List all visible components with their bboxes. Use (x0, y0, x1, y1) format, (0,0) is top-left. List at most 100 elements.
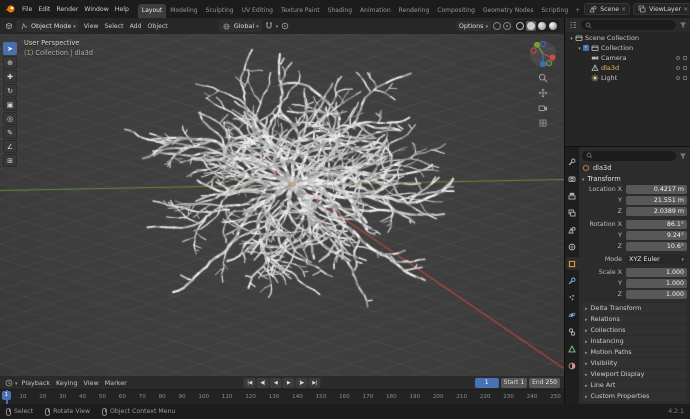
transform-panel-header[interactable]: Transform (582, 173, 687, 184)
menu-file[interactable]: File (19, 5, 35, 14)
collection-checkbox[interactable]: ✓ (583, 45, 589, 51)
playhead-frame-badge[interactable]: 1 (2, 391, 11, 400)
jump-end-button[interactable]: ▶| (308, 377, 321, 388)
panel-instancing[interactable]: Instancing (582, 336, 687, 346)
transform-orientation-dropdown[interactable]: Global (218, 20, 262, 32)
play-reverse-button[interactable]: ◀ (269, 377, 282, 388)
visibility-toggles[interactable] (676, 76, 687, 80)
workspace-tab-compositing[interactable]: Compositing (433, 4, 479, 18)
blender-logo-icon[interactable] (4, 2, 16, 16)
value-field-y[interactable]: 1.000 (626, 278, 687, 288)
disable-render-toggle[interactable] (683, 76, 687, 80)
value-field-y[interactable]: 21.551 m (626, 195, 687, 205)
outliner-row-dla3d[interactable]: dla3d (565, 63, 690, 73)
transform-tool[interactable]: ◎ (3, 112, 17, 125)
disclosure-triangle[interactable] (568, 34, 575, 42)
current-frame-field[interactable]: 1 (474, 377, 499, 388)
camera-view-icon[interactable] (537, 102, 549, 114)
jump-start-button[interactable]: |◀ (243, 377, 256, 388)
outliner-row-collection[interactable]: ✓ Collection (565, 43, 690, 53)
properties-search-input[interactable] (582, 150, 676, 161)
editor-chevron[interactable] (15, 379, 18, 387)
material-properties-tab[interactable] (566, 359, 579, 372)
outliner-row-camera[interactable]: Camera (565, 53, 690, 63)
output-properties-tab[interactable] (566, 189, 579, 202)
rendered-shading-button[interactable] (548, 21, 558, 31)
outliner-editor-icon[interactable] (568, 20, 578, 30)
panel-delta-transform[interactable]: Delta Transform (582, 303, 687, 313)
add-workspace-button[interactable]: + (572, 4, 583, 18)
modifiers-properties-tab[interactable] (566, 274, 579, 287)
workspace-tab-scripting[interactable]: Scripting (538, 4, 573, 18)
timeline-ruler[interactable]: 0102030405060708090100110120130140150160… (0, 389, 564, 404)
snap-magnet-icon[interactable] (264, 21, 274, 31)
cursor-tool[interactable]: ⊕ (3, 56, 17, 69)
panel-line-art[interactable]: Line Art (582, 380, 687, 390)
next-keyframe-button[interactable]: |▶ (295, 377, 308, 388)
show-overlays-toggle[interactable] (503, 22, 511, 30)
outliner-row-light[interactable]: Light (565, 73, 690, 83)
disclosure-triangle[interactable] (576, 44, 583, 52)
show-gizmo-toggle[interactable] (493, 22, 501, 30)
workspace-tab-geometry-nodes[interactable]: Geometry Nodes (479, 4, 538, 18)
mode-dropdown[interactable]: Object Mode (16, 20, 79, 32)
wireframe-shading-button[interactable] (515, 21, 525, 31)
timeline-menu-keying[interactable]: Keying (53, 379, 80, 387)
panel-custom-properties[interactable]: Custom Properties (582, 391, 687, 401)
timeline-menu-marker[interactable]: Marker (102, 379, 130, 387)
value-field-y[interactable]: 9.24° (626, 230, 687, 240)
options-dropdown[interactable]: Options (455, 21, 491, 31)
3d-viewport[interactable]: User Perspective (1) Collection | dla3d … (0, 34, 564, 376)
breadcrumb-object-name[interactable]: dla3d (593, 164, 611, 172)
visibility-toggles[interactable] (676, 56, 687, 60)
start-frame-field[interactable]: Start 1 (500, 377, 528, 388)
workspace-tab-rendering[interactable]: Rendering (395, 4, 434, 18)
workspace-tab-animation[interactable]: Animation (356, 4, 395, 18)
visibility-toggles[interactable] (676, 66, 687, 70)
workspace-tab-texture-paint[interactable]: Texture Paint (277, 4, 324, 18)
viewport-menu-object[interactable]: Object (145, 22, 171, 31)
value-field-z[interactable]: 10.6° (626, 241, 687, 251)
pan-icon[interactable] (537, 87, 549, 99)
scene-clear-button[interactable]: × (621, 6, 626, 13)
workspace-tab-layout[interactable]: Layout (137, 4, 167, 18)
workspace-tab-sculpting[interactable]: Sculpting (202, 4, 238, 18)
toggle-perspective-icon[interactable] (537, 117, 549, 129)
workspace-tab-uv-editing[interactable]: UV Editing (238, 4, 277, 18)
viewport-canvas[interactable] (0, 34, 564, 376)
editor-type-icon[interactable] (4, 21, 14, 31)
value-field-location-x[interactable]: 0.4217 m (626, 184, 687, 194)
render-properties-tab[interactable] (566, 172, 579, 185)
navigation-gizmo[interactable] (529, 40, 557, 68)
constraints-properties-tab[interactable] (566, 325, 579, 338)
panel-viewport-display[interactable]: Viewport Display (582, 369, 687, 379)
outliner-row-scene-collection[interactable]: Scene Collection (565, 33, 690, 43)
menu-render[interactable]: Render (53, 5, 81, 14)
filter-icon[interactable] (679, 152, 687, 160)
workspace-tab-shading[interactable]: Shading (324, 4, 356, 18)
viewlayer-selector[interactable]: ViewLayer × (633, 3, 690, 15)
panel-visibility[interactable]: Visibility (582, 358, 687, 368)
prev-keyframe-button[interactable]: ◀| (256, 377, 269, 388)
disable-render-toggle[interactable] (683, 66, 687, 70)
solid-shading-button[interactable] (526, 21, 536, 31)
mode-dropdown[interactable]: XYZ Euler (626, 254, 687, 264)
world-properties-tab[interactable] (566, 240, 579, 253)
value-field-z[interactable]: 1.000 (626, 289, 687, 299)
viewport-menu-add[interactable]: Add (127, 22, 145, 31)
timeline-menu-view[interactable]: View (81, 379, 102, 387)
proportional-editing-icon[interactable] (280, 21, 290, 31)
select-box-tool[interactable]: ➤ (3, 42, 17, 55)
tool-properties-tab[interactable] (566, 155, 579, 168)
rotate-tool[interactable]: ↻ (3, 84, 17, 97)
filter-icon[interactable] (679, 21, 687, 29)
zoom-icon[interactable] (537, 72, 549, 84)
physics-properties-tab[interactable] (566, 308, 579, 321)
particles-properties-tab[interactable] (566, 291, 579, 304)
hide-viewport-toggle[interactable] (676, 66, 680, 70)
menu-edit[interactable]: Edit (35, 5, 53, 14)
panel-motion-paths[interactable]: Motion Paths (582, 347, 687, 357)
annotate-tool[interactable]: ✎ (3, 126, 17, 139)
disable-render-toggle[interactable] (683, 56, 687, 60)
measure-tool[interactable]: ∠ (3, 140, 17, 153)
